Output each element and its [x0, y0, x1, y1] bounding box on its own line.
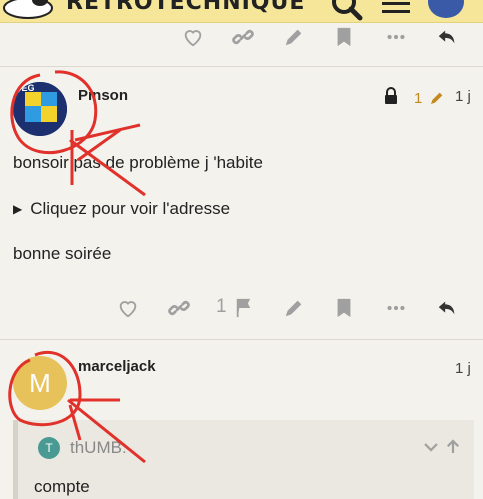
flag-icon[interactable] — [234, 297, 256, 319]
edit-history-button[interactable]: 1 — [414, 87, 445, 107]
more-icon[interactable] — [385, 297, 407, 319]
site-name[interactable]: RETROTECHNIQUE — [66, 0, 305, 15]
user-avatar[interactable] — [428, 0, 464, 18]
edit-count: 1 — [414, 90, 423, 107]
post-actions: 1 — [0, 293, 483, 323]
avatar-pinson-image: DEG — [13, 82, 67, 136]
heart-icon[interactable] — [182, 26, 204, 48]
pencil-icon — [430, 92, 442, 104]
post-username[interactable]: Pinson — [78, 87, 128, 104]
reply-icon[interactable] — [435, 297, 459, 319]
expand-triangle-icon: ▶ — [13, 202, 23, 216]
pencil-icon[interactable] — [283, 26, 305, 48]
avatar-pinson[interactable]: DEG — [13, 82, 67, 136]
previous-post-actions — [0, 22, 483, 52]
search-icon[interactable] — [330, 0, 366, 22]
heart-icon[interactable] — [117, 297, 139, 319]
address-details-toggle[interactable]: ▶ Cliquez pour voir l'adresse — [13, 199, 230, 219]
details-summary: Cliquez pour voir l'adresse — [30, 199, 231, 218]
more-icon[interactable] — [385, 26, 407, 48]
post-divider — [0, 66, 483, 67]
site-header: RETROTECHNIQUE — [0, 0, 483, 23]
post-paragraph: bonne soirée — [13, 244, 112, 263]
bookmark-icon[interactable] — [335, 297, 353, 319]
lock-icon — [385, 87, 397, 104]
post-paragraph: bonsoir pas de problème j 'habite — [13, 153, 263, 172]
chevron-down-icon[interactable] — [422, 438, 440, 456]
avatar-marceljack[interactable]: M — [13, 356, 67, 410]
quote-block: T thUMB: compte — [13, 420, 474, 499]
pencil-icon[interactable] — [283, 297, 305, 319]
post-age[interactable]: 1 j — [455, 88, 471, 105]
quote-text: compte — [34, 477, 90, 496]
link-icon[interactable] — [232, 26, 254, 48]
bookmark-icon[interactable] — [335, 26, 353, 48]
site-logo-icon[interactable] — [0, 0, 60, 22]
avatar-pinson-text: DEG — [15, 83, 35, 93]
hamburger-icon[interactable] — [382, 2, 410, 16]
reply-icon[interactable] — [435, 26, 459, 48]
quote-avatar: T — [38, 437, 60, 459]
quote-author[interactable]: thUMB: — [70, 438, 127, 458]
link-icon[interactable] — [168, 297, 190, 319]
post-divider — [0, 339, 483, 340]
flag-count[interactable]: 1 — [216, 296, 227, 318]
post-age[interactable]: 1 j — [455, 360, 471, 377]
arrow-up-icon[interactable] — [444, 438, 462, 456]
post-username[interactable]: marceljack — [78, 358, 156, 375]
